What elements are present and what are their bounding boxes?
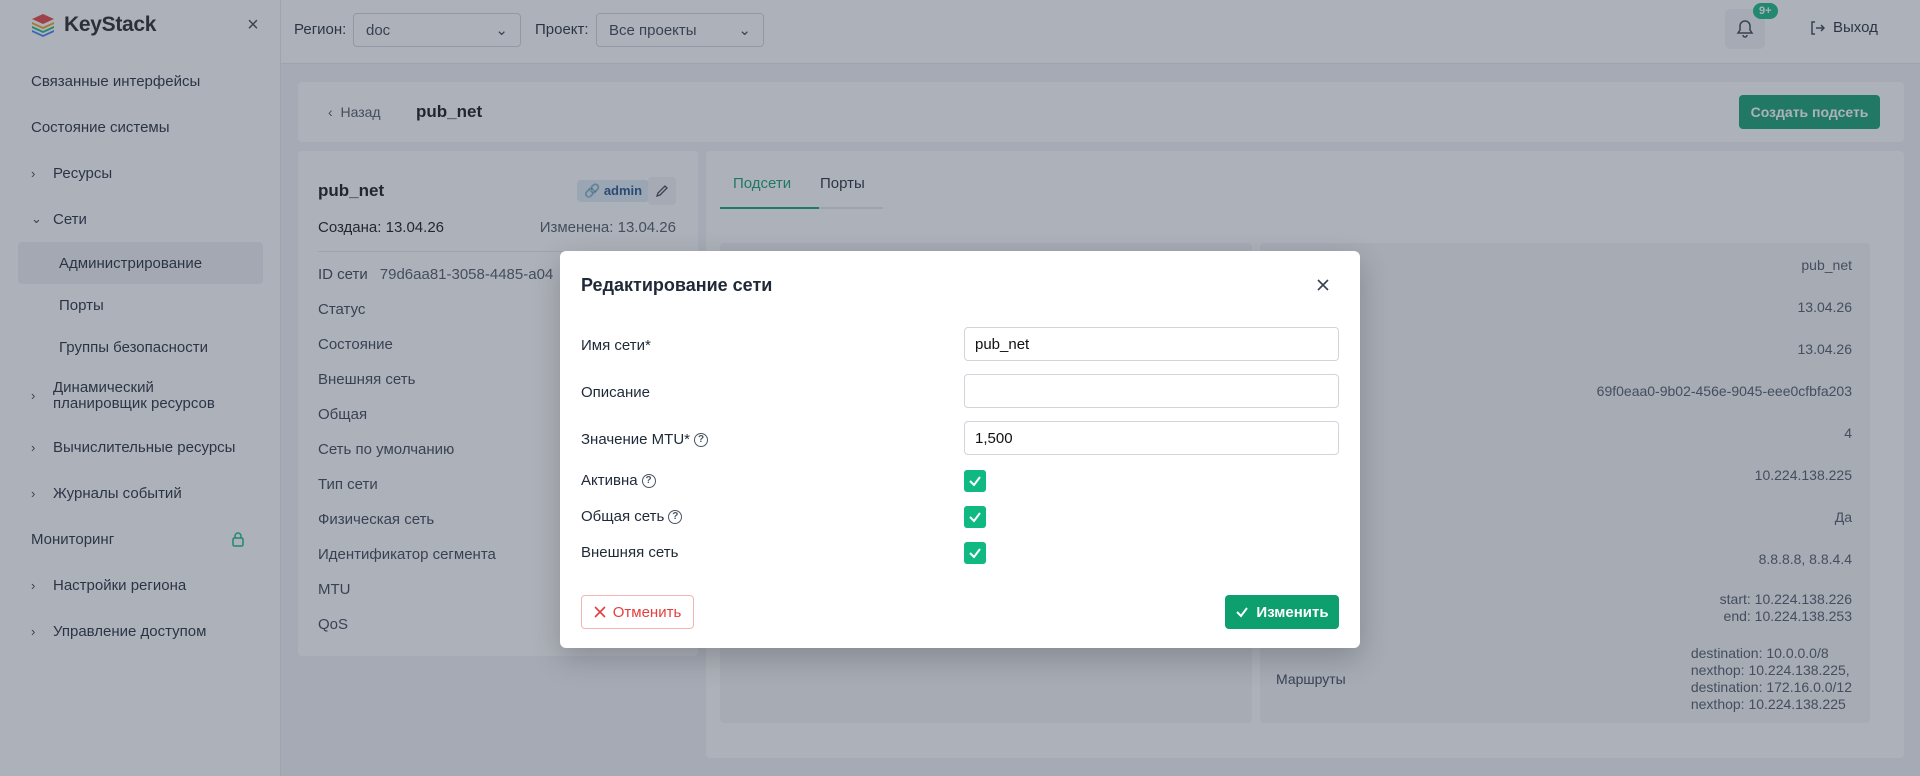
dialog-title: Редактирование сети [581, 275, 773, 295]
help-icon[interactable]: ? [668, 509, 683, 524]
mtu-label: Значение MTU*? [581, 431, 709, 448]
external-label: Внешняя сеть [581, 544, 678, 561]
close-icon[interactable] [1313, 275, 1333, 295]
field-label-text: Активна [581, 472, 638, 489]
close-icon [594, 606, 606, 618]
description-input[interactable] [964, 374, 1339, 408]
field-label-text: Имя сети* [581, 337, 651, 354]
network-name-label: Имя сети* [581, 337, 651, 354]
edit-network-dialog: Редактирование сети Имя сети* Описание З… [560, 251, 1360, 648]
field-label-text: Общая сеть [581, 508, 665, 525]
field-label-text: Значение MTU* [581, 431, 691, 448]
cancel-label: Отменить [612, 603, 682, 621]
external-checkbox[interactable] [964, 542, 986, 564]
mtu-input[interactable] [964, 421, 1339, 455]
check-icon [969, 512, 981, 523]
active-label: Активна? [581, 472, 656, 489]
help-icon[interactable]: ? [641, 473, 656, 488]
save-button[interactable]: Изменить [1225, 595, 1339, 629]
help-icon[interactable]: ? [694, 432, 709, 447]
description-label: Описание [581, 384, 650, 401]
cancel-button[interactable]: Отменить [581, 595, 694, 629]
save-label: Изменить [1256, 603, 1329, 621]
check-icon [1236, 607, 1249, 618]
check-icon [969, 476, 981, 487]
active-checkbox[interactable] [964, 470, 986, 492]
shared-label: Общая сеть? [581, 508, 683, 525]
check-icon [969, 548, 981, 559]
shared-checkbox[interactable] [964, 506, 986, 528]
network-name-input[interactable] [964, 327, 1339, 361]
field-label-text: Описание [581, 384, 651, 401]
field-label-text: Внешняя сеть [581, 544, 679, 561]
